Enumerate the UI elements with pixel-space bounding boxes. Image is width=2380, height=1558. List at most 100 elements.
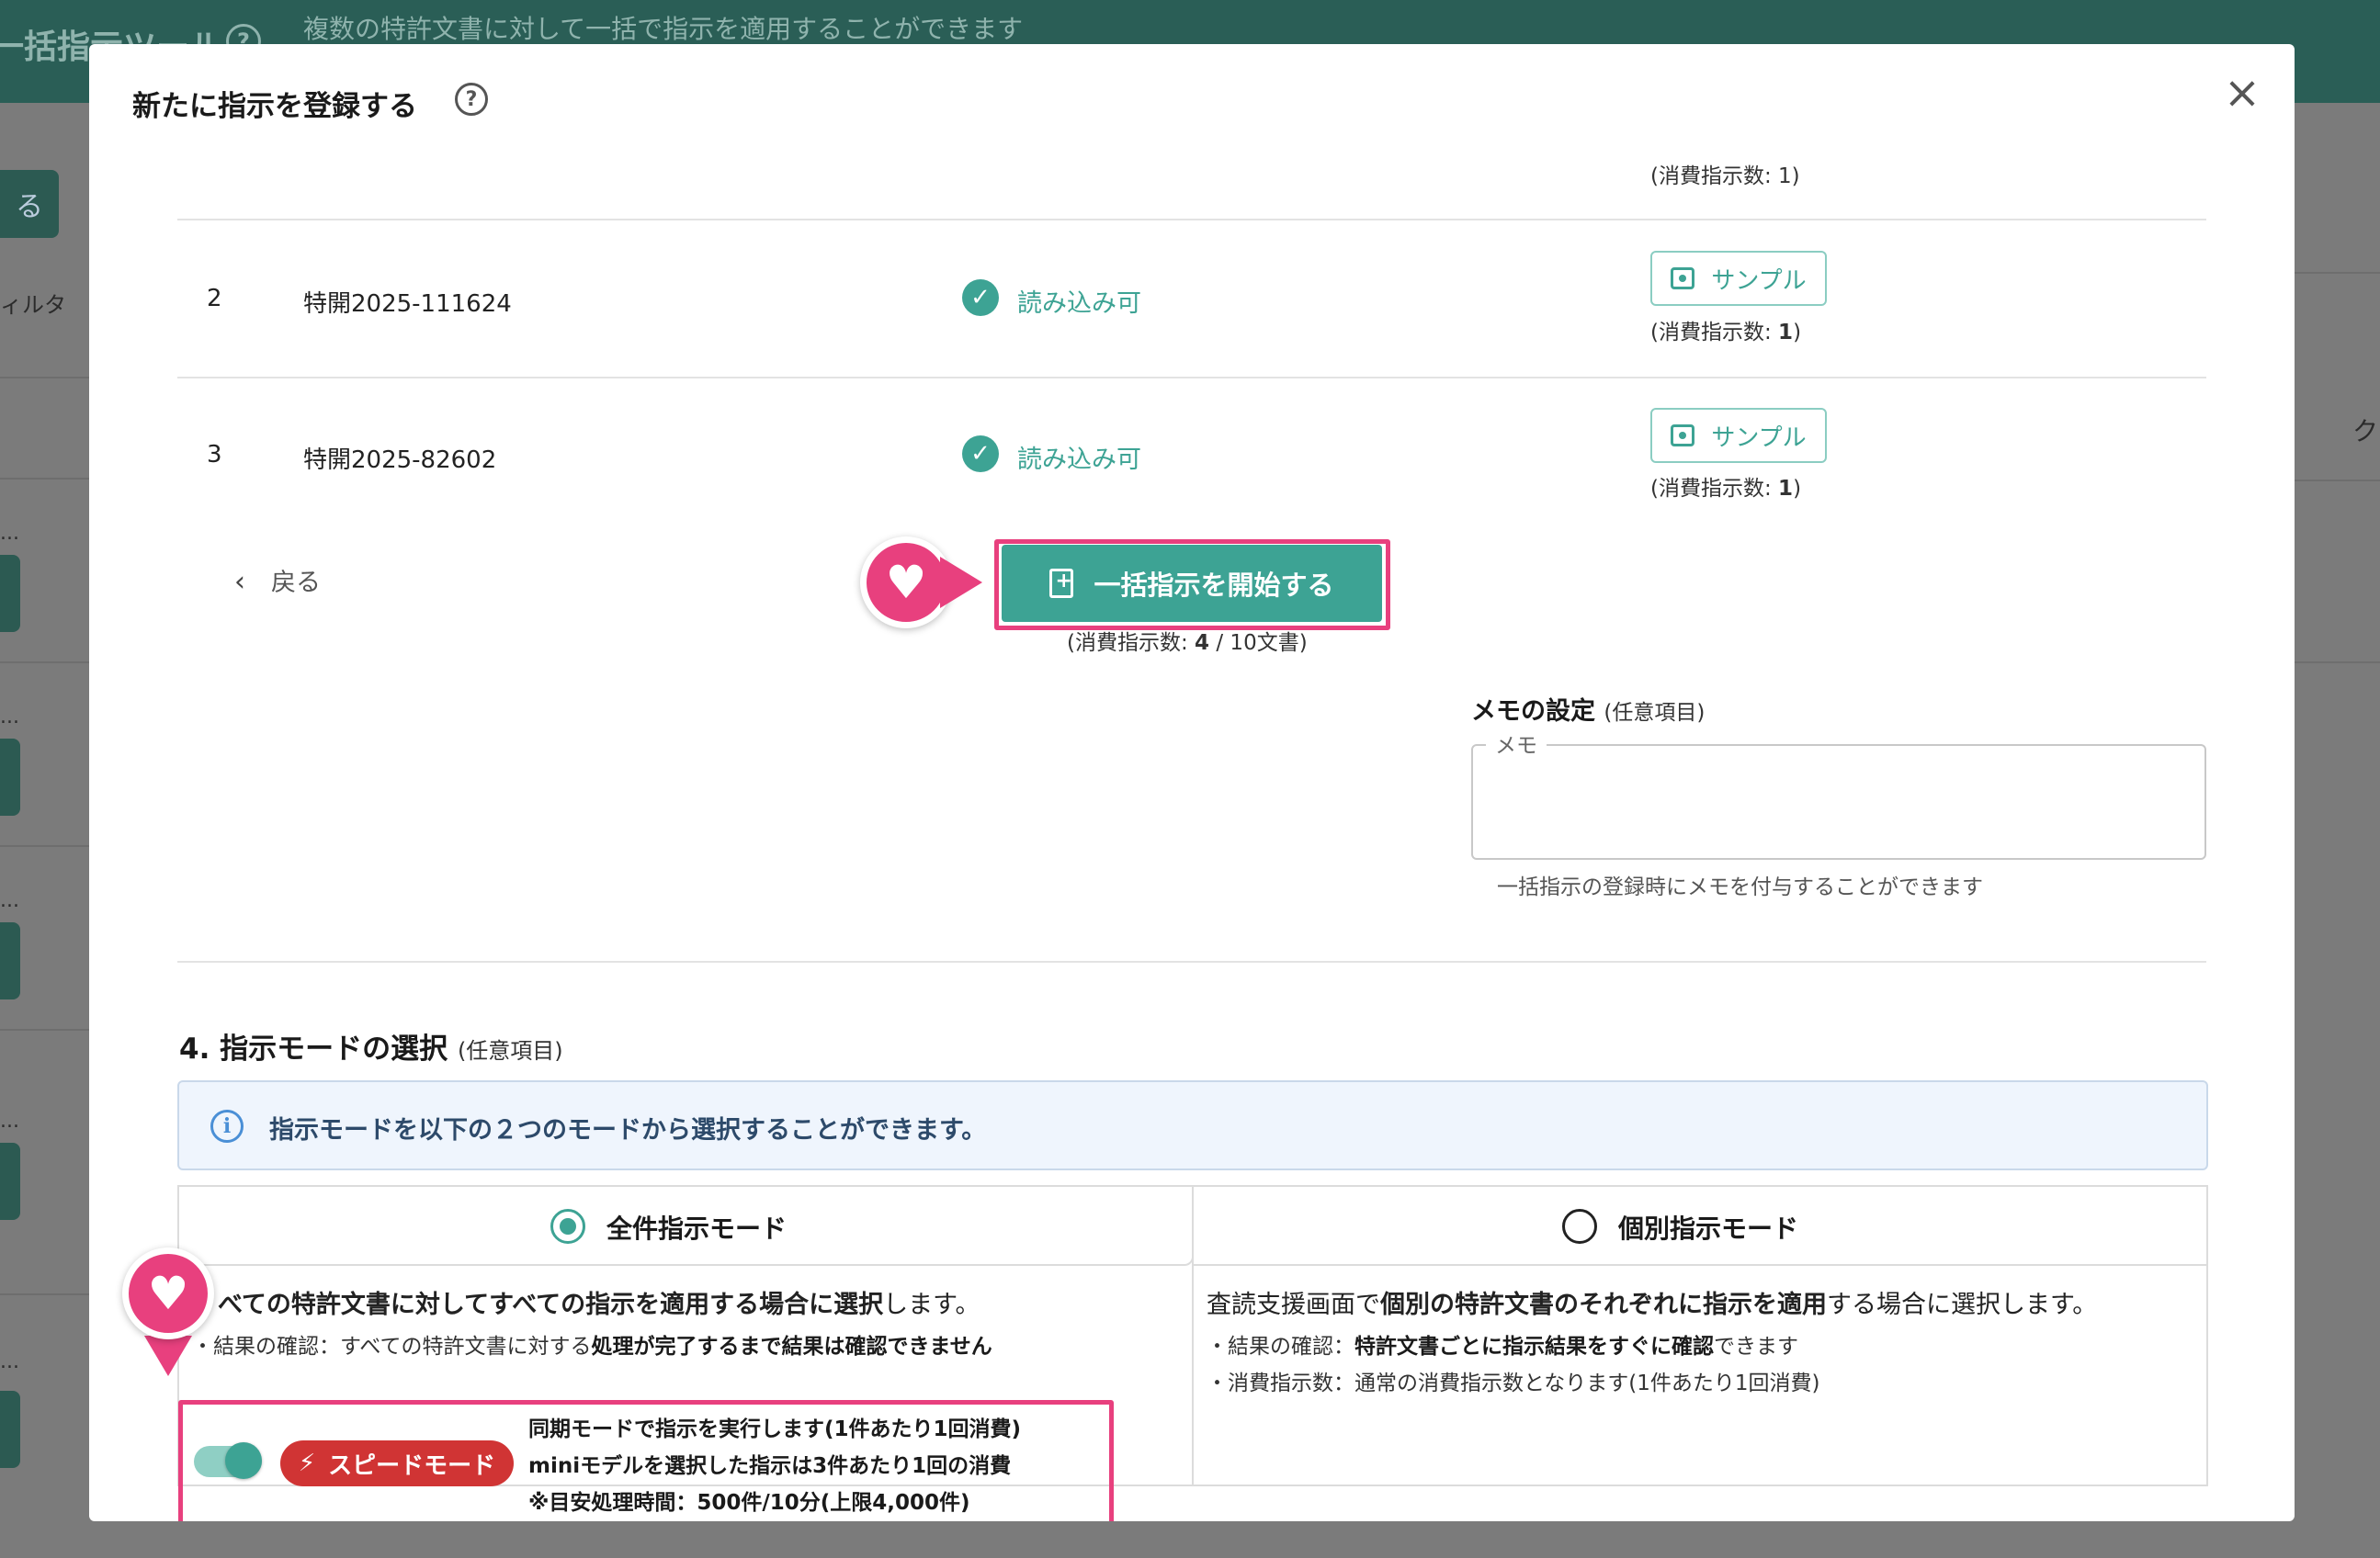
consumed-value: 1 [1778, 477, 1794, 501]
speed-mode-badge: ⚡ スピードモード [280, 1440, 514, 1486]
app-right-text: ク [2352, 416, 2379, 446]
check-circle-icon: ✓ [962, 435, 999, 472]
app-divider [0, 661, 92, 663]
individual-mode-description: 査読支援画面で個別の特許文書のそれぞれに指示を適用する場合に選択します。 [1207, 1284, 2097, 1320]
consumed-prefix: (消費指示数: [1650, 477, 1779, 501]
sample-label: サンプル [1711, 266, 1807, 295]
all-mode-label: 全件指示モード [606, 1214, 788, 1244]
row-number: 2 [207, 285, 222, 312]
app-divider [2295, 272, 2380, 274]
back-button[interactable]: ‹ 戻る [234, 562, 321, 598]
memo-help-text: 一括指示の登録時にメモを付与することができます [1497, 875, 1983, 899]
row-consumed-count: (消費指示数: 1) [1650, 470, 1801, 502]
all-mode-radio[interactable] [550, 1209, 585, 1244]
app-divider [0, 1029, 92, 1031]
status-readable: 読み込み可 [1017, 289, 1141, 318]
dialog-title: 新たに指示を登録する [132, 90, 417, 123]
mode-title: 4. 指示モードの選択 [179, 1033, 448, 1066]
app-row-button [0, 555, 20, 632]
status-readable: 読み込み可 [1017, 446, 1141, 474]
app-divider [0, 478, 92, 480]
all-mode-result-prefix: ・結果の確認：すべての特許文書に対する [192, 1335, 592, 1359]
consumed-value: 1 [1778, 321, 1794, 344]
chevron-left-icon: ‹ [234, 566, 245, 598]
all-mode-desc-tail: します。 [883, 1291, 980, 1319]
individual-desc-bold: 個別の特許文書のそれぞれに指示を適用 [1380, 1291, 1827, 1319]
app-row-dots: ... [0, 1350, 19, 1373]
start-label: 一括指示を開始する [1094, 570, 1334, 601]
sample-button[interactable]: サンプル [1650, 251, 1827, 306]
memo-field-label: メモ [1486, 728, 1547, 759]
memo-input[interactable] [1471, 744, 2206, 860]
patent-id: 特開2025-111624 [303, 290, 512, 318]
consumed-suffix: ) [1793, 477, 1802, 501]
question-circle-icon[interactable]: ? [455, 83, 488, 116]
app-divider [2295, 480, 2380, 481]
consumed-prefix: (消費指示数: [1650, 321, 1779, 344]
register-dialog: 新たに指示を登録する ? × (消費指示数: 1) 2 特開2025-11162… [89, 44, 2295, 1521]
row-divider [177, 219, 2206, 220]
app-row-dots: ... [0, 1110, 19, 1133]
row-consumed-count: (消費指示数: 1) [1650, 314, 1801, 345]
toggle-knob[interactable] [225, 1442, 262, 1479]
speed-mode-line: ※目安処理時間：500件/10分(上限4,000件) [528, 1491, 970, 1515]
file-add-icon [1049, 569, 1074, 598]
mode-section-title: 4. 指示モードの選択 (任意項目) [179, 1025, 563, 1067]
info-text: 指示モードを以下の２つのモードから選択することができます。 [269, 1116, 987, 1145]
app-divider [0, 845, 92, 847]
individual-result-prefix: ・結果の確認： [1207, 1335, 1354, 1359]
individual-mode-radio[interactable] [1562, 1209, 1597, 1244]
app-row-dots: ... [0, 522, 19, 545]
app-subtitle: 複数の特許文書に対して一括で指示を適用することができます [303, 14, 1024, 44]
marker-pointer [940, 557, 982, 608]
heart-marker-icon: ♥ [122, 1248, 214, 1339]
row-consumed-count: (消費指示数: 1) [1650, 164, 1800, 188]
app-row-button [0, 1391, 20, 1468]
app-divider [0, 1293, 92, 1295]
section-divider [177, 961, 2206, 963]
heart-marker-icon: ♥ [860, 536, 952, 628]
app-divider [2295, 661, 2380, 663]
lightning-icon: ⚡ [298, 1450, 316, 1477]
check-circle-icon: ✓ [962, 279, 999, 316]
individual-mode-consume: ・消費指示数：通常の消費指示数となります(1件あたり1回消費) [1207, 1372, 1820, 1395]
consumed-value: 4 [1195, 631, 1210, 655]
individual-result-bold: 特許文書ごとに指示結果をすぐに確認 [1354, 1335, 1714, 1359]
app-divider [0, 377, 92, 378]
app-row-button [0, 1143, 20, 1220]
row-number: 3 [207, 441, 222, 469]
individual-result-tail: できます [1714, 1335, 1798, 1359]
mode-optional: (任意項目) [457, 1038, 563, 1064]
memo-section-title: メモの設定 (任意項目) [1471, 691, 1705, 727]
app-filter-label: ィルタ [0, 292, 66, 318]
row-divider [177, 377, 2206, 378]
patent-id: 特開2025-82602 [303, 446, 497, 474]
app-row-button [0, 922, 20, 999]
sample-button[interactable]: サンプル [1650, 408, 1827, 463]
app-row-button [0, 739, 20, 816]
all-mode-result-bold: 処理が完了するまで結果は確認できません [591, 1335, 992, 1359]
individual-mode-result: ・結果の確認：特許文書ごとに指示結果をすぐに確認できます [1207, 1328, 1798, 1360]
memo-optional: (任意項目) [1604, 701, 1706, 725]
start-bulk-instruction-button[interactable]: 一括指示を開始する [1002, 545, 1382, 622]
total-consumed-count: (消費指示数: 4 / 10文書) [1067, 625, 1308, 656]
heart-icon: ♥ [885, 556, 927, 609]
mode-tab-border [1192, 1264, 2208, 1266]
consumed-prefix: (消費指示数: [1067, 631, 1196, 655]
app-row-dots: ... [0, 889, 19, 912]
all-mode-desc-bold: べての特許文書に対してすべての指示を適用する場合に選択 [218, 1291, 884, 1319]
speed-mode-line: 同期モードで指示を実行します(1件あたり1回消費) [528, 1417, 1022, 1441]
memo-title: メモの設定 [1471, 697, 1595, 726]
all-mode-result: ・結果の確認：すべての特許文書に対する処理が完了するまで結果は確認できません [192, 1328, 992, 1360]
back-label: 戻る [271, 569, 321, 597]
preview-icon [1671, 424, 1695, 446]
app-row-dots: ... [0, 706, 19, 728]
individual-desc-prefix: 査読支援画面で [1207, 1291, 1380, 1319]
info-icon: i [210, 1110, 244, 1143]
sample-label: サンプル [1711, 423, 1807, 452]
close-icon[interactable]: × [2219, 70, 2265, 116]
app-register-button: る [0, 170, 59, 238]
consumed-suffix: ) [1793, 321, 1802, 344]
individual-desc-tail: する場合に選択します。 [1827, 1291, 2098, 1319]
speed-mode-line: miniモデルを選択した指示は3件あたり1回の消費 [528, 1454, 1012, 1478]
